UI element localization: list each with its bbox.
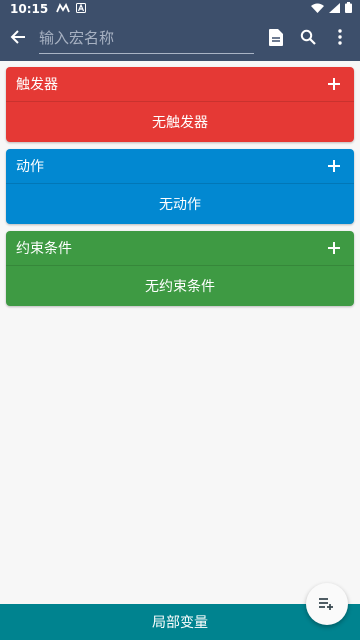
triggers-title: 触发器 (16, 77, 58, 93)
plus-icon (328, 160, 340, 172)
actions-header[interactable]: 动作 (6, 149, 354, 184)
document-icon (269, 28, 283, 50)
status-time: 10:15 (10, 1, 49, 16)
m-logo-icon (56, 2, 71, 16)
plus-icon (328, 242, 340, 254)
add-action-button[interactable] (324, 156, 344, 176)
add-constraint-button[interactable] (324, 238, 344, 258)
a-logo-icon (76, 2, 87, 16)
actions-title: 动作 (16, 159, 44, 175)
signal-icon (329, 2, 340, 16)
constraints-empty[interactable]: 无约束条件 (6, 266, 354, 305)
add-to-list-fab[interactable] (306, 583, 348, 625)
battery-icon (345, 1, 352, 16)
search-button[interactable] (292, 17, 324, 61)
actions-card: 动作 无动作 (6, 149, 354, 224)
status-bar: 10:15 (0, 0, 360, 17)
constraints-header[interactable]: 约束条件 (6, 231, 354, 266)
plus-icon (328, 78, 340, 90)
triggers-header[interactable]: 触发器 (6, 67, 354, 102)
macro-name-field-wrap (39, 24, 254, 54)
arrow-left-icon (10, 29, 26, 49)
constraints-title: 约束条件 (16, 241, 72, 257)
back-button[interactable] (0, 17, 36, 61)
more-options-button[interactable] (324, 17, 356, 61)
document-button[interactable] (260, 17, 292, 61)
macro-name-input[interactable] (39, 24, 254, 51)
more-vertical-icon (338, 29, 342, 49)
search-icon (300, 29, 316, 49)
top-app-bar (0, 17, 360, 61)
triggers-empty[interactable]: 无触发器 (6, 102, 354, 141)
wifi-icon (311, 2, 324, 16)
triggers-card: 触发器 无触发器 (6, 67, 354, 142)
add-trigger-button[interactable] (324, 74, 344, 94)
actions-empty[interactable]: 无动作 (6, 184, 354, 223)
local-variables-label: 局部变量 (152, 615, 208, 631)
constraints-card: 约束条件 无约束条件 (6, 231, 354, 306)
playlist-add-icon (319, 595, 335, 614)
